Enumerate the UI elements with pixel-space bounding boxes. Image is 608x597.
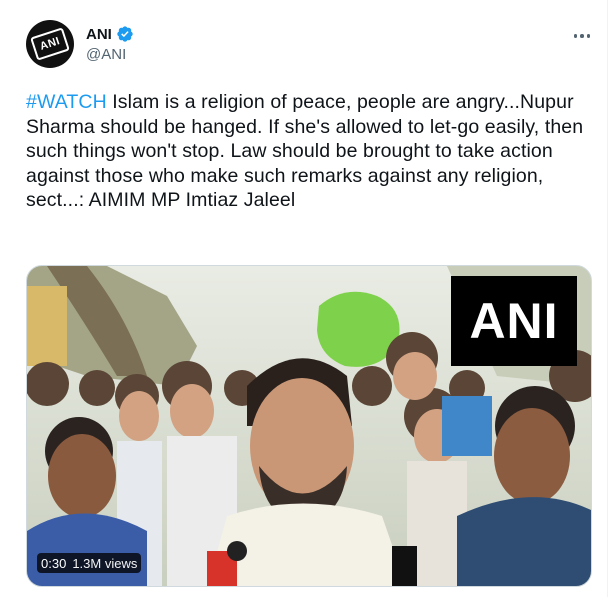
author-handle[interactable]: @ANI xyxy=(86,46,126,63)
verified-badge-icon xyxy=(117,26,133,42)
more-options-icon[interactable] xyxy=(568,26,596,46)
tweet-text: #WATCH Islam is a religion of peace, peo… xyxy=(26,90,596,213)
author-display-name[interactable]: ANI xyxy=(86,26,112,43)
ani-watermark: ANI xyxy=(451,276,577,366)
video-player[interactable]: ANI 0:30 1.3M views xyxy=(26,265,592,587)
hashtag-link[interactable]: #WATCH xyxy=(26,91,107,113)
video-duration-badge: 0:30 1.3M views xyxy=(37,553,142,573)
author-name-row[interactable]: ANI xyxy=(86,25,134,43)
author-avatar[interactable]: ANI xyxy=(26,20,74,68)
video-views: 1.3M views xyxy=(72,555,138,571)
tweet-body-text: Islam is a religion of peace, people are… xyxy=(26,91,584,211)
ani-logo-icon: ANI xyxy=(30,27,70,61)
tweet-card[interactable]: ANI ANI @ANI #WATCH Islam is a religion … xyxy=(0,0,608,597)
video-duration: 0:30 xyxy=(41,555,67,571)
